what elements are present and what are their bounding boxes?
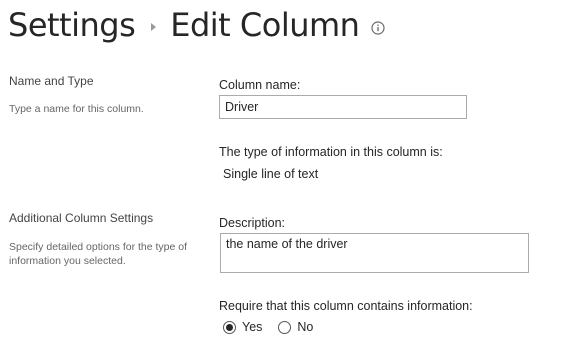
page-title: Edit Column xyxy=(170,6,360,44)
section-desc-additional: Specify detailed options for the type of… xyxy=(9,241,188,267)
breadcrumb-settings-link[interactable]: Settings xyxy=(8,6,136,44)
type-info-label: The type of information in this column i… xyxy=(219,145,443,159)
required-no-label: No xyxy=(297,320,314,334)
column-name-input[interactable] xyxy=(219,95,467,119)
section-title-additional: Additional Column Settings xyxy=(9,211,154,225)
required-label: Require that this column contains inform… xyxy=(219,299,473,313)
page-header: Settings Edit Column xyxy=(8,0,386,50)
description-textarea[interactable]: the name of the driver xyxy=(220,233,529,273)
required-yes-radio[interactable] xyxy=(223,320,236,334)
info-circle-icon[interactable] xyxy=(371,21,386,35)
required-radio-group: Yes No xyxy=(223,320,329,334)
radio-selected-dot xyxy=(226,323,233,331)
section-title-name-type: Name and Type xyxy=(9,74,94,88)
type-info-value: Single line of text xyxy=(223,167,319,181)
required-no-option[interactable]: No xyxy=(278,320,313,334)
column-name-label: Column name: xyxy=(219,78,301,92)
required-yes-option[interactable]: Yes xyxy=(223,320,262,334)
required-no-radio[interactable] xyxy=(278,320,292,334)
description-label: Description: xyxy=(219,216,285,230)
breadcrumb-arrow-icon xyxy=(151,23,157,31)
section-desc-name-type: Type a name for this column. xyxy=(9,103,144,115)
required-yes-label: Yes xyxy=(242,320,263,334)
